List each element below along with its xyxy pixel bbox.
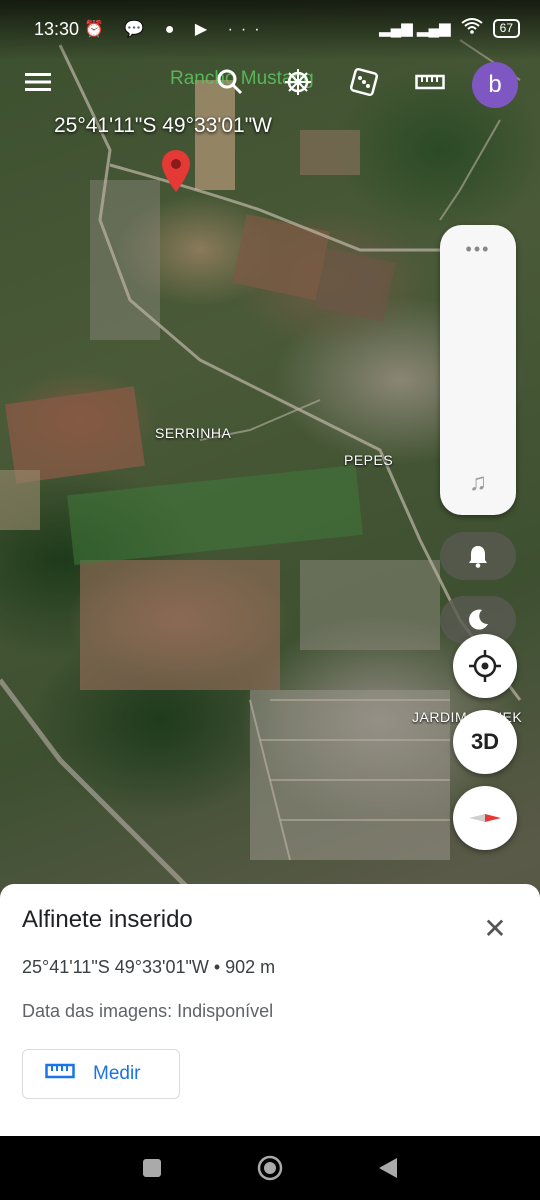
status-time: 13:30 <box>34 19 80 39</box>
top-coordinates: 25°41'11"S 49°33'01"W <box>54 114 272 137</box>
search-icon[interactable] <box>208 60 252 104</box>
music-note-icon[interactable]: ♫ <box>440 469 516 497</box>
bell-icon[interactable] <box>440 532 516 580</box>
close-icon[interactable]: ✕ <box>480 914 510 944</box>
imagery-date: Data das imagens: Indisponível <box>22 1001 274 1021</box>
sheet-title: Alfinete inserido <box>22 906 193 933</box>
battery-icon: 67 <box>492 18 520 38</box>
ruler-icon <box>45 1062 75 1086</box>
measure-label: Medir <box>93 1063 141 1084</box>
map-label-serrinha: SERRINHA <box>155 425 232 441</box>
3d-toggle-button[interactable]: 3D <box>453 710 517 774</box>
system-nav-bar <box>0 1136 540 1200</box>
notification-icons: ⏰ 💬 ● ▶ ··· <box>84 21 268 38</box>
top-toolbar: Rancho Mustang b <box>0 60 540 110</box>
menu-icon[interactable] <box>16 60 60 104</box>
signal-icon: ▂▄▆ ▂▄▆ <box>379 20 451 37</box>
back-icon[interactable] <box>374 1154 402 1182</box>
ruler-icon[interactable] <box>408 60 452 104</box>
system-icons: ▂▄▆ ▂▄▆ 67 <box>379 18 520 38</box>
compass-icon[interactable] <box>453 786 517 850</box>
volume-panel[interactable]: ••• ♫ <box>440 225 516 515</box>
more-options-icon[interactable]: ••• <box>440 239 516 260</box>
dice-icon[interactable] <box>342 60 386 104</box>
map-pin-icon[interactable] <box>162 150 190 197</box>
voyager-wheel-icon[interactable] <box>276 60 320 104</box>
status-bar: 13:30 ⏰ 💬 ● ▶ ··· ▂▄▆ ▂▄▆ 67 <box>0 0 540 60</box>
wifi-icon <box>461 18 483 38</box>
pin-coordinates: 25°41'11"S 49°33'01"W • 902 m <box>22 957 276 977</box>
map-label-pepes: PEPES <box>344 452 394 468</box>
my-location-icon[interactable] <box>453 634 517 698</box>
account-avatar[interactable]: b <box>472 62 518 108</box>
pin-details-sheet: Alfinete inserido ✕ 25°41'11"S 49°33'01"… <box>0 884 540 1136</box>
measure-button[interactable]: Medir <box>22 1049 180 1099</box>
recents-icon[interactable] <box>138 1154 166 1182</box>
home-icon[interactable] <box>256 1154 284 1182</box>
